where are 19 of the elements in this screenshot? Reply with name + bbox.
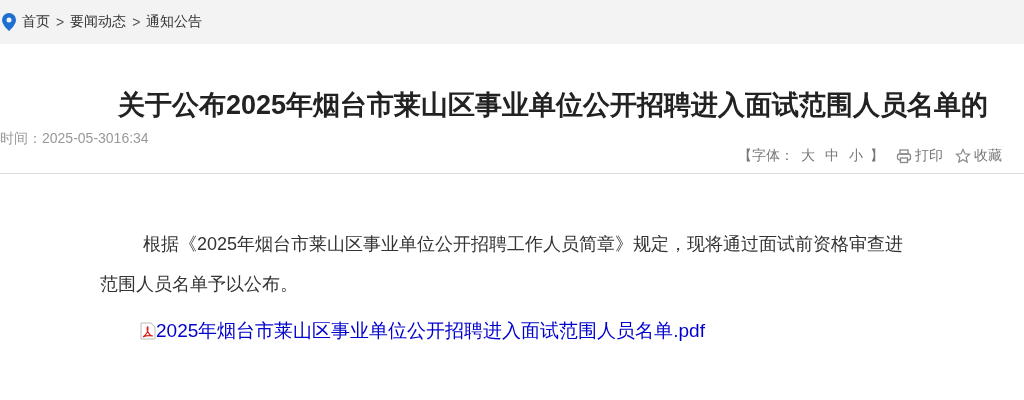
breadcrumb-link[interactable]: 通知公告 bbox=[146, 13, 203, 31]
pdf-file-icon bbox=[140, 322, 156, 340]
font-size-bracket: 】 bbox=[870, 147, 884, 165]
breadcrumb-link[interactable]: 首页 bbox=[22, 13, 50, 31]
breadcrumb-link[interactable]: 要闻动态 bbox=[70, 13, 127, 31]
breadcrumb-separator: > bbox=[56, 14, 65, 30]
print-link[interactable]: 打印 bbox=[915, 147, 943, 165]
printer-icon[interactable] bbox=[896, 148, 912, 164]
favorite-link[interactable]: 收藏 bbox=[974, 147, 1002, 165]
article-title: 关于公布2025年烟台市莱山区事业单位公开招聘进入面试范围人员名单的 bbox=[117, 89, 990, 122]
font-size-option[interactable]: 小 bbox=[849, 147, 863, 165]
font-size-option[interactable]: 大 bbox=[801, 147, 815, 165]
article-paragraph: 根据《2025年烟台市莱山区事业单位公开招聘工作人员简章》规定，现将通过面试前资格审查进 范围人员名单予以公布。 bbox=[99, 233, 905, 296]
star-icon[interactable] bbox=[955, 148, 971, 164]
font-size-label: 【字体： bbox=[738, 147, 794, 165]
attachment-link[interactable]: 2025年烟台市莱山区事业单位公开招聘进入面试范围人员名单.pdf bbox=[156, 318, 705, 344]
font-size-option[interactable]: 中 bbox=[825, 147, 839, 165]
publish-time: 时间：2025-05-3016:34 bbox=[0, 130, 149, 146]
breadcrumb-separator: > bbox=[132, 14, 141, 30]
